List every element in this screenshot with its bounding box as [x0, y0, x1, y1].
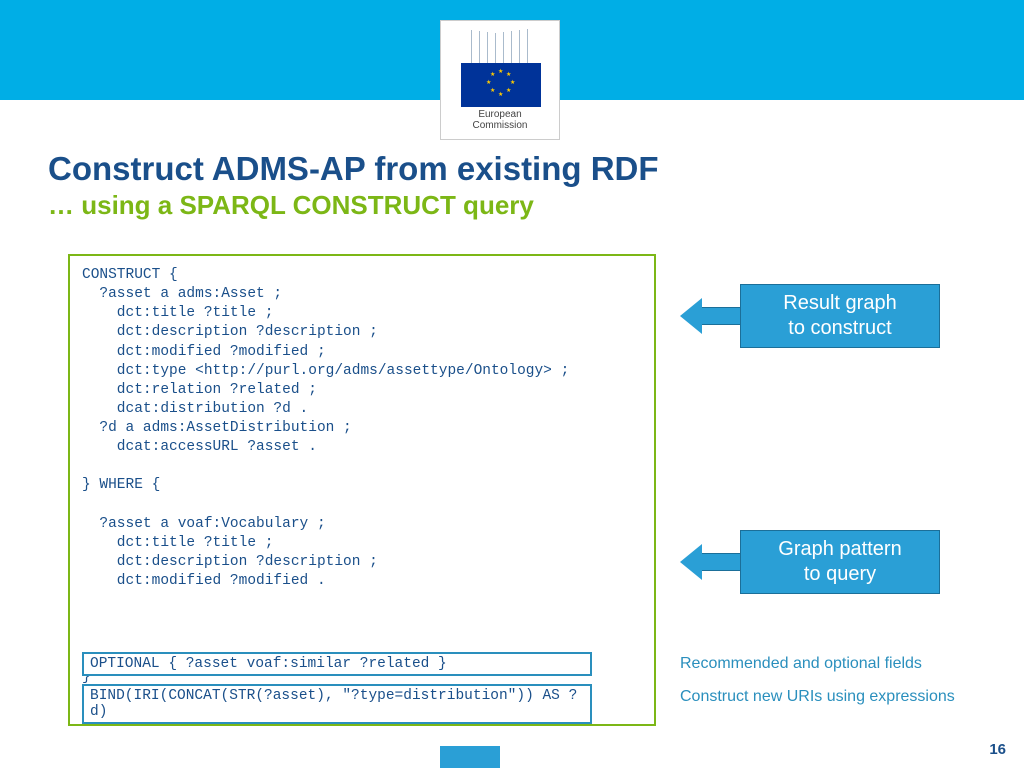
slide-title: Construct ADMS-AP from existing RDF: [48, 150, 984, 188]
logo-caption-line2: Commission: [472, 120, 527, 131]
note-recommended: Recommended and optional fields: [680, 655, 922, 673]
slide-subtitle: … using a SPARQL CONSTRUCT query: [48, 190, 984, 221]
optional-clause-box: OPTIONAL { ?asset voaf:similar ?related …: [82, 652, 592, 676]
callout-line: Result graph: [753, 291, 927, 316]
footer-accent: [440, 746, 500, 768]
logo-caption: European Commission: [441, 109, 559, 131]
eu-flag-icon: ★ ★ ★ ★ ★ ★ ★ ★: [461, 63, 541, 107]
callout-line: to query: [753, 562, 927, 587]
bind-clause-box: BIND(IRI(CONCAT(STR(?asset), "?type=dist…: [82, 684, 592, 724]
callout-result-graph: Result graph to construct: [740, 284, 940, 348]
callout-line: to construct: [753, 316, 927, 341]
arrow-shaft: [702, 553, 740, 571]
note-construct-uris: Construct new URIs using expressions: [680, 688, 955, 706]
european-commission-logo: ★ ★ ★ ★ ★ ★ ★ ★ European Commission: [440, 20, 560, 140]
arrow-left-icon: [680, 544, 702, 580]
arrow-left-icon: [680, 298, 702, 334]
title-block: Construct ADMS-AP from existing RDF … us…: [48, 150, 984, 221]
callout-line: Graph pattern: [753, 537, 927, 562]
page-number: 16: [989, 741, 1006, 758]
callout-graph-pattern: Graph pattern to query: [740, 530, 940, 594]
logo-caption-line1: European: [478, 109, 521, 120]
arrow-shaft: [702, 307, 740, 325]
